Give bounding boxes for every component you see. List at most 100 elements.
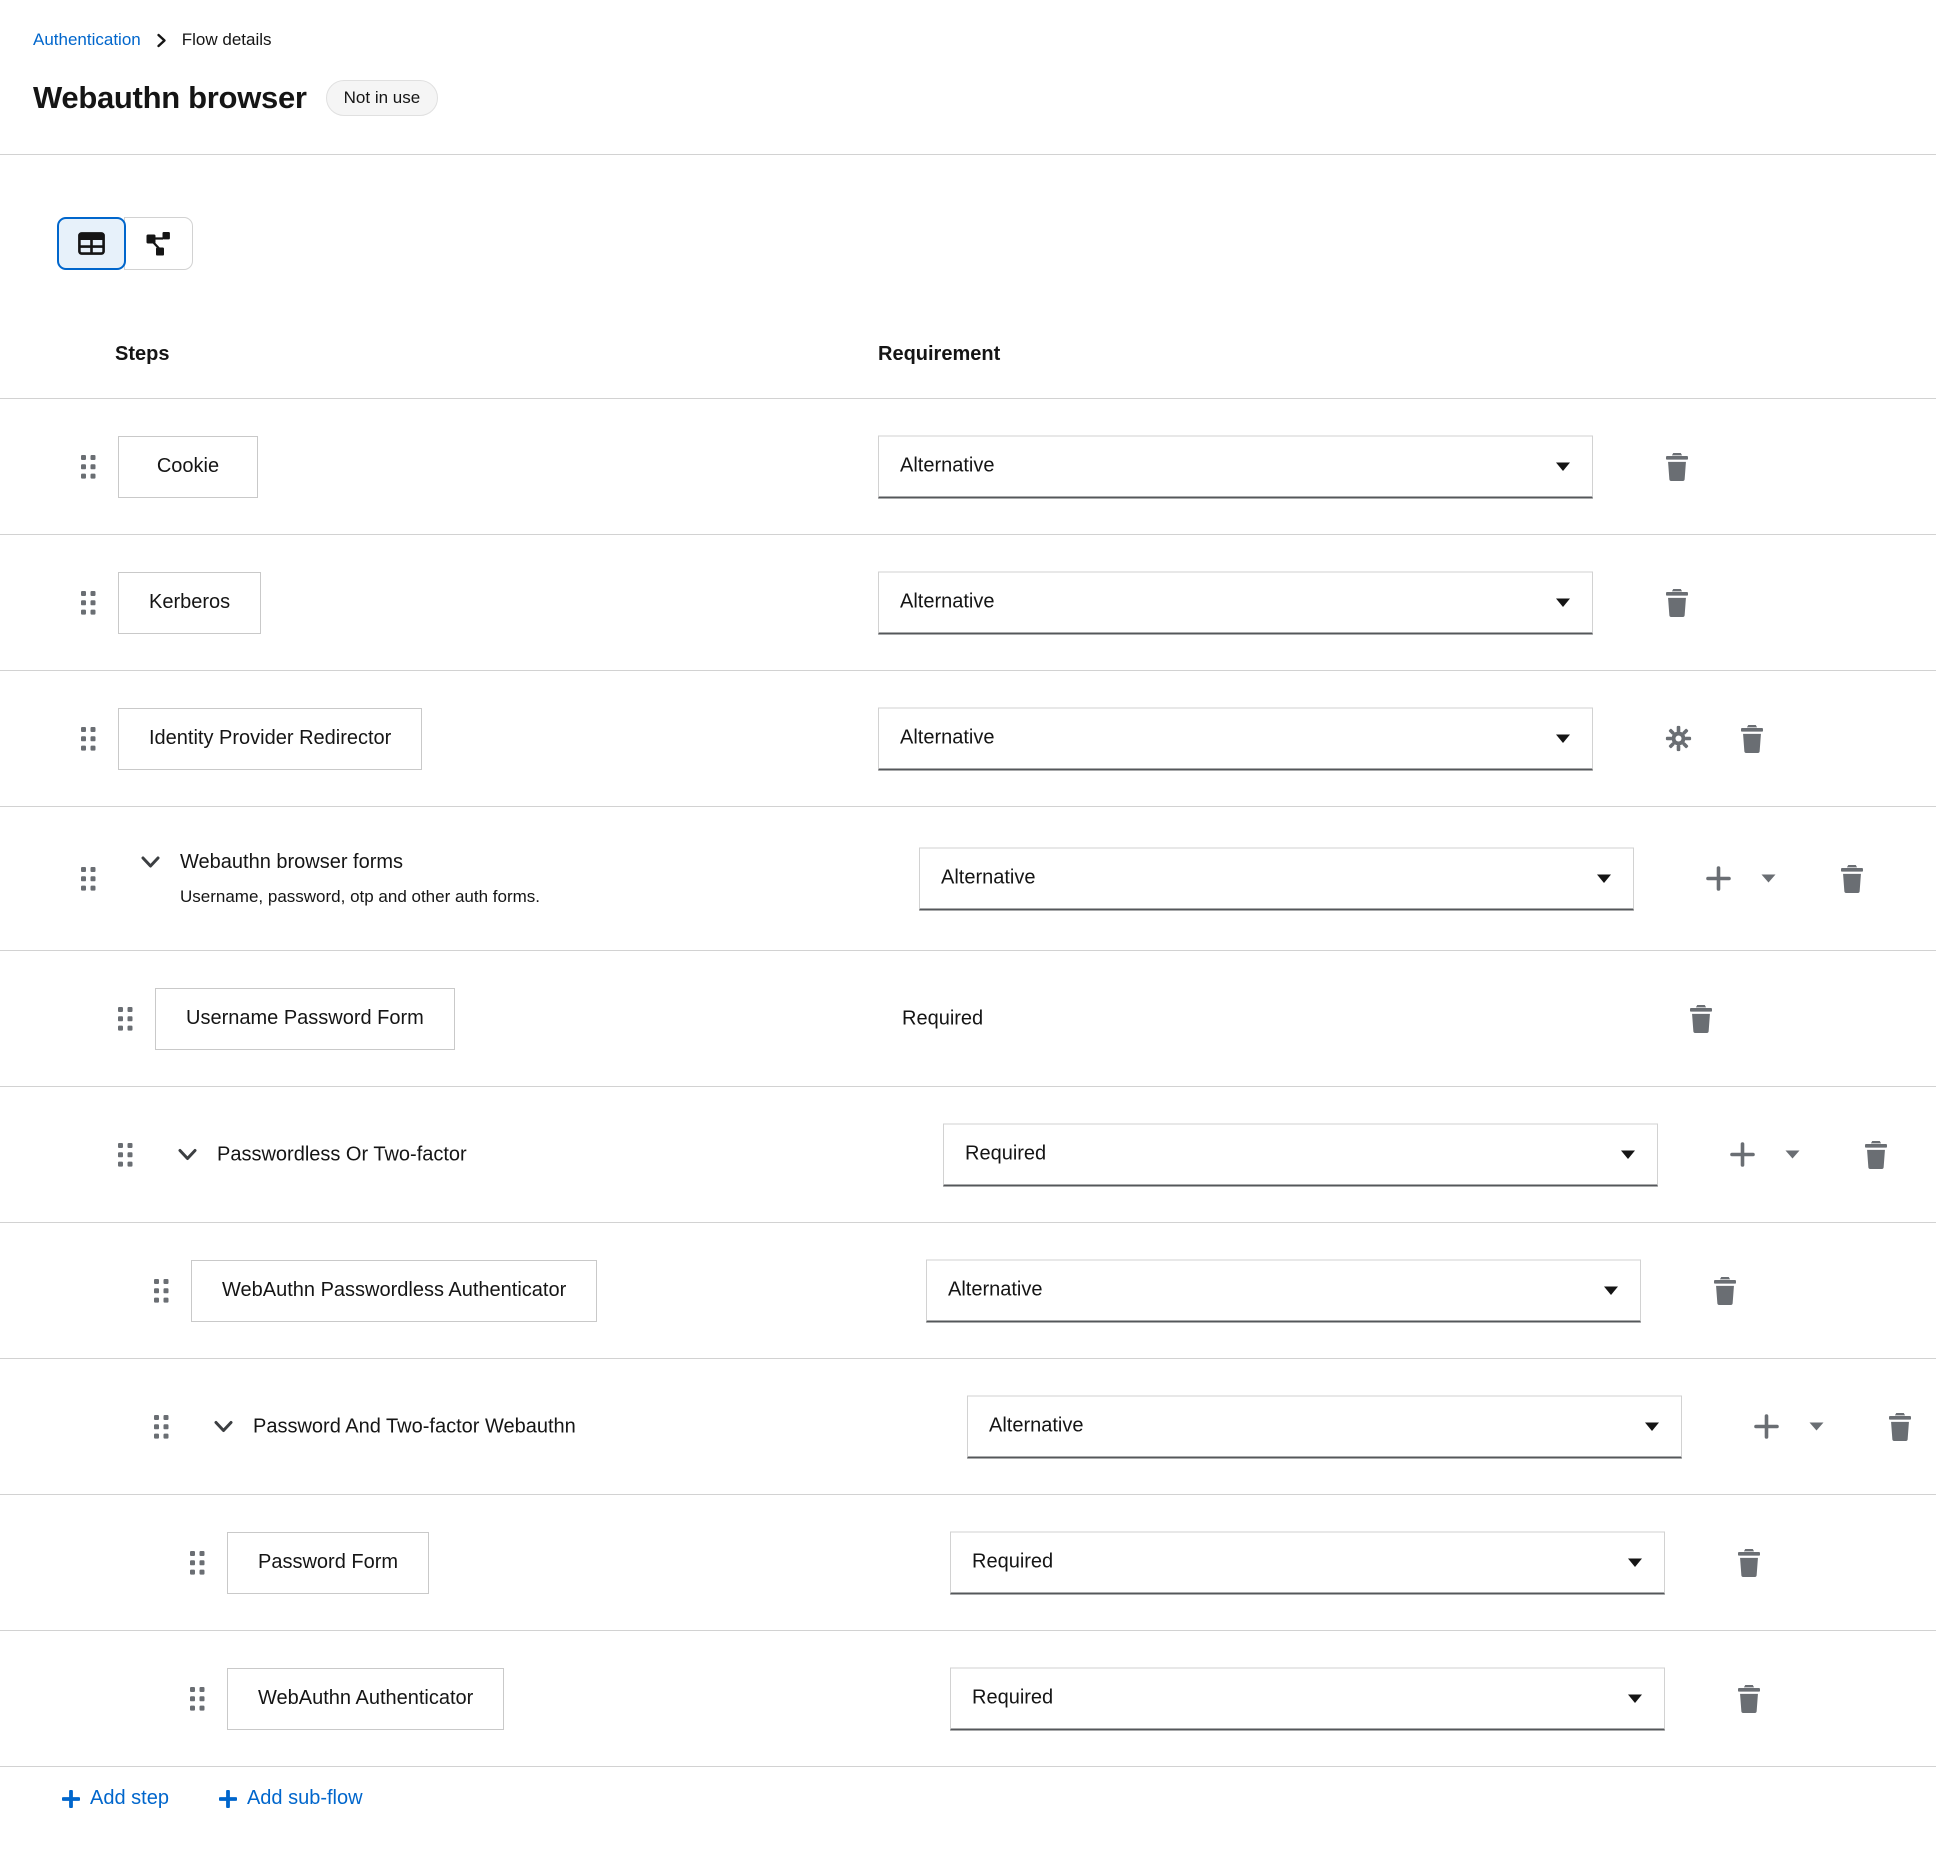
table-row: Password And Two-factor Webauthn Alterna… <box>0 1359 1936 1495</box>
row-actions <box>1665 724 1764 753</box>
step-label: Kerberos <box>149 591 231 613</box>
grip-vertical-icon[interactable] <box>80 590 97 615</box>
table-row: WebAuthn Authenticator Required <box>0 1631 1936 1767</box>
trash-icon[interactable] <box>1737 1548 1761 1577</box>
subflow-block: Password And Two-factor Webauthn <box>214 1415 576 1438</box>
step-box: Username Password Form <box>155 987 455 1050</box>
requirement-select[interactable]: Alternative <box>878 435 1593 498</box>
caret-down-icon[interactable] <box>1785 1150 1800 1159</box>
page-title: Webauthn browser <box>33 80 307 115</box>
grip-vertical-icon[interactable] <box>117 1006 134 1031</box>
requirement-select[interactable]: Required <box>950 1531 1665 1594</box>
flow-table: Steps Requirement Cookie Alternative Ker… <box>0 329 1936 1767</box>
row-actions <box>1665 452 1689 481</box>
subflow-block: Webauthn browser forms Username, passwor… <box>141 851 540 907</box>
table-row: Kerberos Alternative <box>0 535 1936 671</box>
trash-icon[interactable] <box>1888 1412 1912 1441</box>
grip-vertical-icon[interactable] <box>153 1414 170 1439</box>
requirement-value: Alternative <box>989 1414 1084 1437</box>
gear-icon[interactable] <box>1665 725 1692 752</box>
column-header-requirement: Requirement <box>878 343 1001 365</box>
subflow-title: Passwordless Or Two-factor <box>217 1143 467 1165</box>
plus-icon[interactable] <box>1754 1414 1779 1439</box>
table-row: Cookie Alternative <box>0 399 1936 535</box>
subflow-title: Webauthn browser forms <box>180 850 404 873</box>
row-actions <box>1730 1140 1888 1169</box>
step-label: Password Form <box>258 1551 399 1573</box>
caret-down-icon <box>1596 873 1612 883</box>
requirement-value: Required <box>972 1686 1054 1709</box>
row-actions <box>1706 864 1864 893</box>
caret-down-icon[interactable] <box>1761 874 1776 883</box>
trash-icon[interactable] <box>1689 1004 1713 1033</box>
trash-icon[interactable] <box>1713 1276 1737 1305</box>
grip-vertical-icon[interactable] <box>189 1686 206 1711</box>
requirement-select[interactable]: Required <box>943 1123 1658 1186</box>
add-sub-flow-button[interactable]: Add sub-flow <box>218 1787 363 1810</box>
chevron-right-icon <box>156 33 167 48</box>
chevron-down-icon[interactable] <box>141 856 160 868</box>
requirement-select[interactable]: Required <box>950 1667 1665 1730</box>
table-row: Webauthn browser forms Username, passwor… <box>0 807 1936 951</box>
grip-vertical-icon[interactable] <box>153 1278 170 1303</box>
add-step-button[interactable]: Add step <box>62 1787 169 1810</box>
row-actions <box>1737 1684 1761 1713</box>
step-label: WebAuthn Authenticator <box>258 1687 474 1709</box>
subflow-description: Username, password, otp and other auth f… <box>180 886 541 906</box>
requirement-select[interactable]: Alternative <box>919 847 1634 910</box>
row-actions <box>1665 588 1689 617</box>
caret-down-icon <box>1555 597 1571 607</box>
trash-icon[interactable] <box>1737 1684 1761 1713</box>
caret-down-icon <box>1555 733 1571 743</box>
diagram-view-icon <box>145 230 172 257</box>
row-actions <box>1754 1412 1912 1441</box>
chevron-down-icon[interactable] <box>178 1149 197 1161</box>
step-label: Cookie <box>156 455 220 477</box>
trash-icon[interactable] <box>1665 588 1689 617</box>
requirement-value: Required <box>972 1550 1054 1573</box>
requirement-value: Alternative <box>948 1278 1043 1301</box>
breadcrumb-flow-details: Flow details <box>181 30 272 49</box>
flow-table-body: Cookie Alternative Kerberos Alternative … <box>0 399 1936 1767</box>
grip-vertical-icon[interactable] <box>117 1142 134 1167</box>
page-header: Authentication Flow details Webauthn bro… <box>0 0 1936 155</box>
step-box: Password Form <box>227 1531 430 1594</box>
grip-vertical-icon[interactable] <box>189 1550 206 1575</box>
trash-icon[interactable] <box>1840 864 1864 893</box>
trash-icon[interactable] <box>1864 1140 1888 1169</box>
add-sub-flow-label: Add sub-flow <box>246 1787 363 1809</box>
trash-icon[interactable] <box>1740 724 1764 753</box>
view-toggle-group <box>57 217 1936 270</box>
step-label: Username Password Form <box>186 1007 424 1029</box>
requirement-select[interactable]: Alternative <box>926 1259 1641 1322</box>
grip-vertical-icon[interactable] <box>80 866 97 891</box>
breadcrumb-authentication[interactable]: Authentication <box>33 30 141 50</box>
step-box: Cookie <box>118 435 258 498</box>
column-header-steps: Steps <box>115 343 170 365</box>
table-view-button[interactable] <box>57 217 126 270</box>
step-label: WebAuthn Passwordless Authenticator <box>222 1279 567 1301</box>
row-actions <box>1689 1004 1713 1033</box>
plus-icon[interactable] <box>1706 866 1731 891</box>
plus-icon <box>218 1789 237 1808</box>
grip-vertical-icon[interactable] <box>80 726 97 751</box>
subflow-title: Password And Two-factor Webauthn <box>253 1415 576 1437</box>
diagram-view-button[interactable] <box>124 217 193 270</box>
plus-icon <box>62 1789 80 1808</box>
caret-down-icon[interactable] <box>1809 1422 1824 1431</box>
step-label: Identity Provider Redirector <box>149 727 392 749</box>
step-box: WebAuthn Passwordless Authenticator <box>191 1259 598 1322</box>
requirement-select[interactable]: Alternative <box>967 1395 1682 1458</box>
table-view-icon <box>78 232 105 255</box>
chevron-down-icon[interactable] <box>214 1421 233 1433</box>
requirement-value: Required <box>965 1142 1047 1165</box>
grip-vertical-icon[interactable] <box>80 454 97 479</box>
requirement-select[interactable]: Alternative <box>878 707 1593 770</box>
status-badge: Not in use <box>325 80 439 116</box>
caret-down-icon <box>1644 1421 1660 1431</box>
requirement-select[interactable]: Alternative <box>878 571 1593 634</box>
table-column-header: Steps Requirement <box>0 329 1936 399</box>
requirement-value: Alternative <box>900 726 995 749</box>
plus-icon[interactable] <box>1730 1142 1755 1167</box>
trash-icon[interactable] <box>1665 452 1689 481</box>
